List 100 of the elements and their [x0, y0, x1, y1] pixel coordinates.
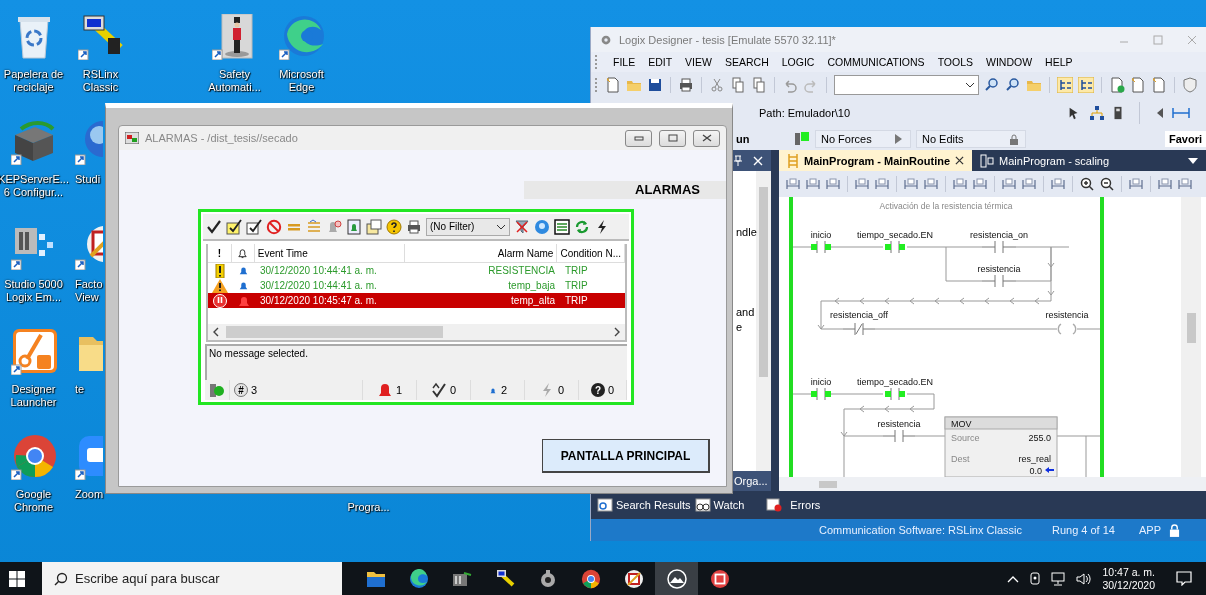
printer-icon[interactable] [678, 76, 694, 93]
server-rack-icon[interactable] [10, 119, 57, 165]
tree-item[interactable]: ndle [736, 226, 757, 238]
maximize-button[interactable] [659, 129, 686, 147]
tricolor-ring-icon[interactable] [10, 434, 57, 480]
tree-icon[interactable] [1078, 76, 1094, 93]
network-icon[interactable] [1089, 104, 1105, 121]
ladder-tool-icon[interactable] [825, 176, 841, 192]
ladder-tool-icon[interactable] [1001, 176, 1017, 192]
speaker-icon[interactable] [1076, 571, 1093, 586]
documents-icon[interactable] [366, 218, 382, 235]
pane-tab[interactable]: Orga... [734, 475, 768, 487]
ladder-tool-icon[interactable] [1050, 176, 1066, 192]
magnifier-icon[interactable] [1005, 76, 1021, 93]
ladder-tool-icon[interactable] [854, 176, 870, 192]
scroll-bar[interactable] [756, 171, 771, 471]
scroll-bar[interactable] [1181, 197, 1201, 477]
column-header[interactable]: Event Time [254, 244, 405, 262]
copy-icon[interactable] [751, 76, 767, 93]
tree-icon[interactable] [1057, 76, 1073, 93]
ladder-tool-icon[interactable] [952, 176, 968, 192]
favorites-tab[interactable]: Favori [1165, 131, 1206, 147]
scroll-bar[interactable] [779, 477, 1206, 491]
start-icon[interactable] [9, 570, 25, 587]
document-icon[interactable] [1130, 76, 1146, 93]
tree-item[interactable]: e [736, 321, 743, 333]
left-arrow-icon[interactable] [1156, 106, 1164, 119]
alarm-row[interactable]: 30/12/2020 10:44:41 a. m. temp_baja TRIP [208, 278, 625, 293]
bell-icon[interactable] [326, 218, 342, 235]
save-icon[interactable] [647, 76, 663, 93]
wrench-icon[interactable] [10, 329, 57, 375]
ladder-tool-icon[interactable] [785, 176, 801, 192]
document-tab[interactable]: MainProgram - MainRoutine [779, 150, 973, 171]
ladder-tool-icon[interactable] [1128, 176, 1144, 192]
computer-icon[interactable] [77, 14, 124, 60]
camera-tile-icon[interactable] [75, 434, 103, 480]
document-tab[interactable]: MainProgram - scaling [972, 150, 1118, 171]
lines-icon[interactable] [306, 218, 322, 235]
menu-item[interactable]: FILE [613, 56, 636, 68]
ladder-tool-icon[interactable] [805, 176, 821, 192]
filter-clear-icon[interactable] [514, 218, 530, 235]
ladder-tool-icon[interactable] [903, 176, 919, 192]
copy-icon[interactable] [730, 76, 746, 93]
column-header[interactable]: Alarm Name [404, 244, 558, 262]
column-header[interactable]: Condition N... [557, 244, 625, 262]
close-button[interactable] [693, 129, 720, 147]
clock-time[interactable]: 10:47 a. m. [1102, 565, 1155, 579]
chevron-up-icon[interactable] [1007, 574, 1020, 583]
menu-item[interactable]: TOOLS [937, 56, 974, 68]
contact-symbol[interactable] [882, 429, 916, 443]
magnifier-icon[interactable] [984, 76, 1000, 93]
alarm-row[interactable]: 30/12/2020 10:44:41 a. m. RESISTENCIA TRIP [208, 263, 625, 278]
contact-symbol[interactable] [810, 387, 832, 401]
instruction-block[interactable] [944, 416, 1058, 477]
ladder-tool-icon[interactable] [1157, 176, 1173, 192]
menu-item[interactable]: VIEW [685, 56, 712, 68]
columns-icon[interactable] [554, 218, 570, 235]
contact-symbol[interactable] [884, 240, 906, 254]
alarm-row[interactable]: 30/12/2020 10:45:47 a. m. temp_alta TRIP [208, 293, 625, 308]
column-header[interactable]: ! [208, 244, 232, 262]
coil-symbol[interactable] [1057, 323, 1077, 335]
panel-tab[interactable]: Watch [694, 498, 745, 512]
pin-icon[interactable] [733, 154, 743, 167]
zoom-out-icon[interactable] [1099, 176, 1115, 192]
ladder-tool-icon[interactable] [1021, 176, 1037, 192]
search-field[interactable]: Escribe aquí para buscar [42, 562, 342, 595]
panel-tab[interactable]: Errors [766, 498, 821, 512]
filter-dropdown[interactable]: (No Filter) [426, 217, 510, 236]
contact-symbol[interactable] [842, 322, 876, 336]
scroll-bar[interactable] [208, 324, 625, 340]
contact-symbol[interactable] [810, 240, 832, 254]
dropdown-caret-icon[interactable] [1188, 156, 1198, 165]
check-icon[interactable] [206, 218, 222, 235]
ladder-tool-icon[interactable] [923, 176, 939, 192]
scissors-icon[interactable] [709, 76, 725, 93]
contact-symbol[interactable] [981, 240, 1017, 254]
note-check-icon[interactable] [226, 218, 242, 235]
menu-item[interactable]: COMMUNICATIONS [827, 56, 925, 68]
checkbox-check-icon[interactable] [246, 218, 262, 235]
menu-item[interactable]: LOGIC [781, 56, 815, 68]
rung-bar-icon[interactable] [1172, 106, 1190, 119]
prohibited-icon[interactable] [266, 218, 282, 235]
ladder-tool-icon[interactable] [1177, 176, 1193, 192]
shield-icon[interactable] [1182, 76, 1198, 93]
menu-item[interactable]: SEARCH [724, 56, 769, 68]
menu-item[interactable]: WINDOW [986, 56, 1033, 68]
ladder-tool-icon[interactable] [972, 176, 988, 192]
swirl-icon[interactable] [278, 14, 325, 60]
notification-icon[interactable] [1176, 571, 1192, 586]
panel-tab[interactable]: Search Results [597, 498, 691, 512]
controller-icon[interactable] [1113, 105, 1123, 120]
close-icon[interactable] [955, 156, 965, 165]
clock-date[interactable]: 30/12/2020 [1102, 578, 1155, 592]
verify-document-icon[interactable] [1109, 76, 1125, 93]
pen-icon[interactable] [1028, 570, 1043, 587]
help-icon[interactable] [386, 218, 402, 235]
minimize-button[interactable] [625, 129, 652, 147]
document-bell-icon[interactable] [346, 218, 362, 235]
search-combo-box[interactable] [834, 74, 979, 95]
network-icon[interactable] [1051, 571, 1068, 586]
